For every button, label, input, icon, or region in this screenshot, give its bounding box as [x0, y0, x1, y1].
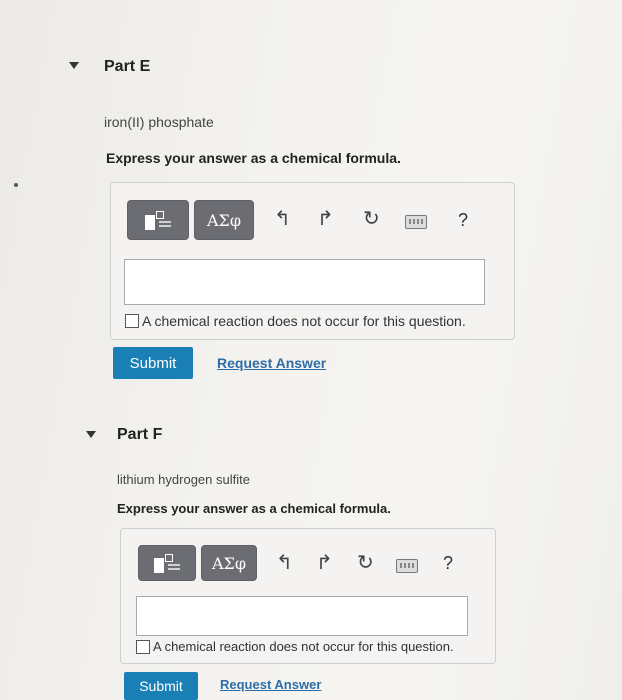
- help-icon[interactable]: ?: [443, 553, 453, 574]
- request-answer-link[interactable]: Request Answer: [217, 355, 326, 371]
- no-reaction-row: A chemical reaction does not occur for t…: [125, 313, 466, 329]
- caret-down-icon[interactable]: [86, 431, 96, 438]
- decorative-dot: [14, 183, 18, 187]
- template-icon: [145, 209, 171, 231]
- keyboard-icon[interactable]: [405, 215, 427, 229]
- templates-button[interactable]: [138, 545, 196, 581]
- keyboard-icon[interactable]: [396, 559, 418, 573]
- reset-icon[interactable]: ↻: [357, 553, 374, 573]
- reset-icon[interactable]: ↻: [363, 209, 380, 229]
- answer-box: ΑΣφ ↰ ↱ ↻ ? A chemical reaction does not…: [120, 528, 496, 664]
- request-answer-link[interactable]: Request Answer: [220, 677, 321, 692]
- submit-button[interactable]: Submit: [113, 347, 193, 379]
- question-prompt: lithium hydrogen sulfite: [117, 472, 250, 487]
- redo-icon[interactable]: ↱: [316, 553, 333, 573]
- help-icon[interactable]: ?: [458, 210, 468, 231]
- no-reaction-checkbox[interactable]: [136, 639, 150, 654]
- undo-icon[interactable]: ↰: [276, 553, 293, 573]
- no-reaction-label[interactable]: A chemical reaction does not occur for t…: [153, 639, 454, 654]
- instruction-text: Express your answer as a chemical formul…: [117, 501, 391, 516]
- part-title[interactable]: Part F: [117, 426, 162, 444]
- undo-icon[interactable]: ↰: [274, 209, 291, 229]
- no-reaction-row: A chemical reaction does not occur for t…: [136, 639, 454, 654]
- no-reaction-checkbox[interactable]: [125, 314, 139, 328]
- part-title[interactable]: Part E: [104, 58, 150, 76]
- templates-button[interactable]: [127, 200, 189, 240]
- no-reaction-label[interactable]: A chemical reaction does not occur for t…: [142, 313, 466, 329]
- submit-button[interactable]: Submit: [124, 672, 198, 700]
- answer-box: ΑΣφ ↰ ↱ ↻ ? A chemical reaction does not…: [110, 182, 515, 340]
- answer-input[interactable]: [136, 596, 468, 636]
- template-icon: [154, 552, 180, 574]
- question-prompt: iron(II) phosphate: [104, 114, 214, 130]
- greek-symbols-button[interactable]: ΑΣφ: [194, 200, 254, 240]
- caret-down-icon[interactable]: [69, 62, 79, 69]
- greek-symbols-button[interactable]: ΑΣφ: [201, 545, 257, 581]
- redo-icon[interactable]: ↱: [317, 209, 334, 229]
- answer-input[interactable]: [124, 259, 485, 305]
- instruction-text: Express your answer as a chemical formul…: [106, 150, 401, 166]
